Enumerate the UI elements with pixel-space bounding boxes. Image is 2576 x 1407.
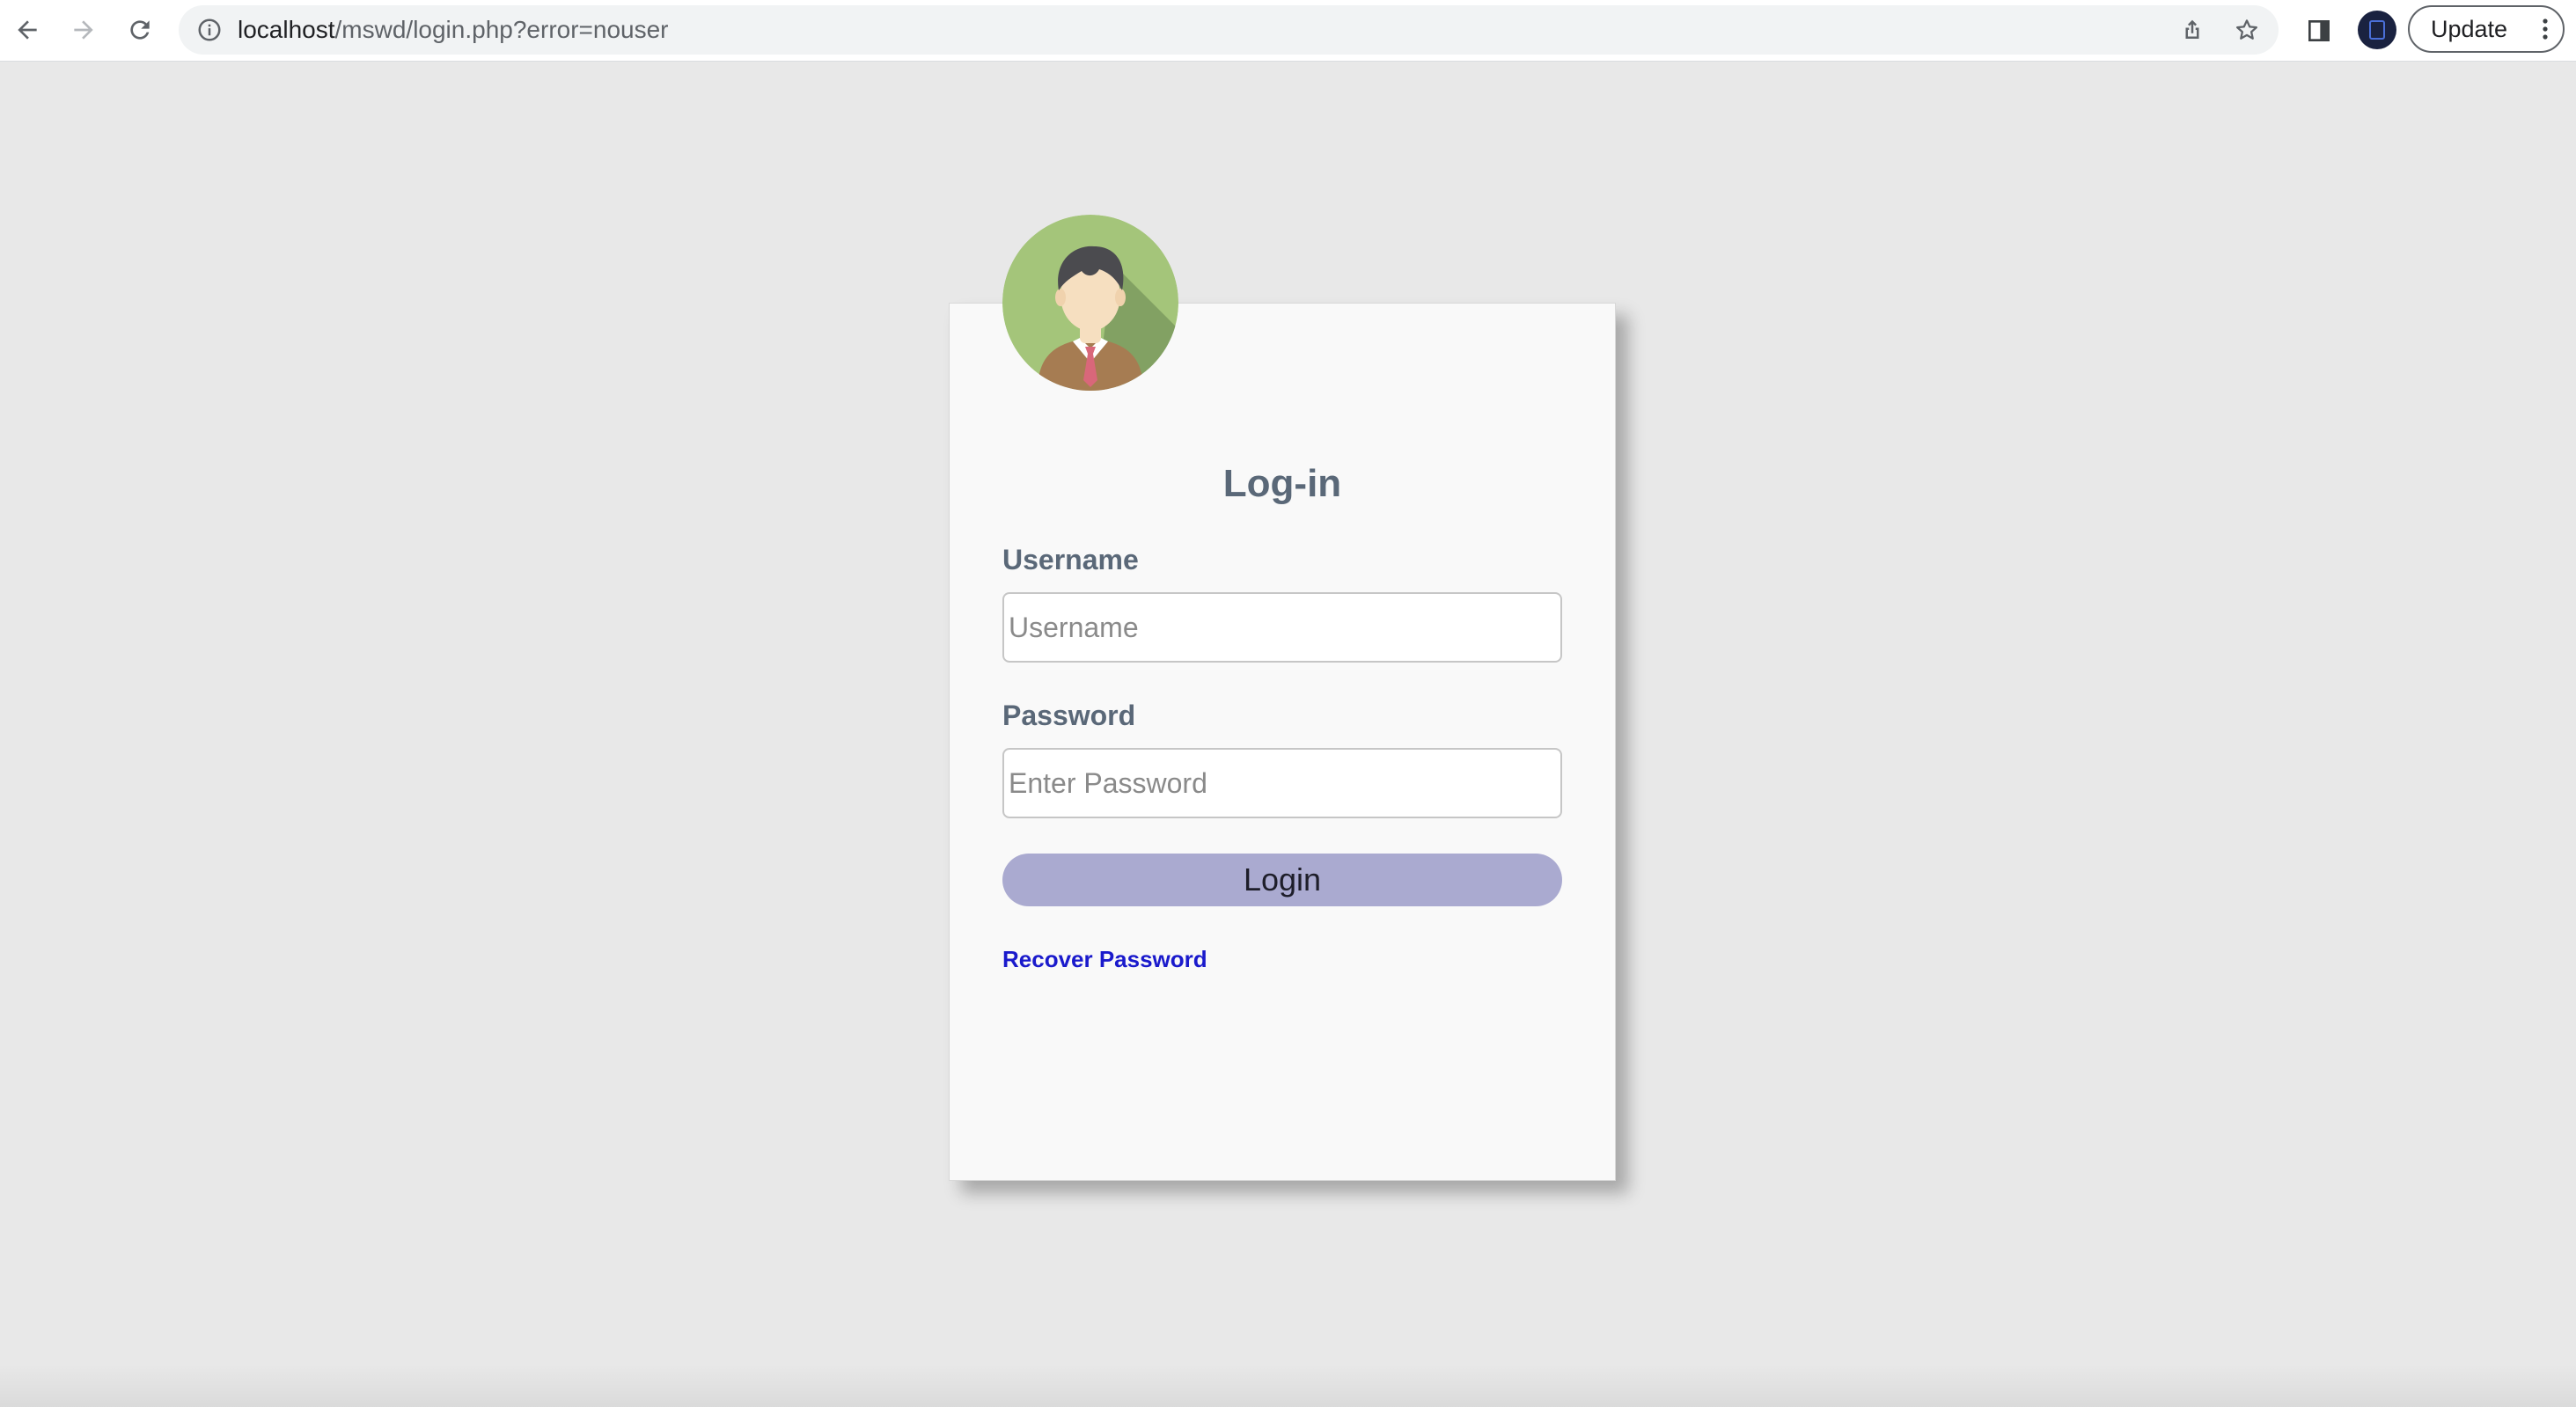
update-button[interactable]: Update bbox=[2408, 5, 2565, 53]
password-label: Password bbox=[1002, 700, 1136, 731]
password-input[interactable] bbox=[1002, 748, 1562, 818]
login-card bbox=[949, 303, 1616, 1181]
side-panel-icon bbox=[2308, 20, 2330, 41]
user-avatar bbox=[1002, 215, 1178, 391]
url-text: localhost/mswd/login.php?error=nouser bbox=[238, 5, 669, 55]
user-avatar-icon bbox=[1002, 215, 1178, 391]
share-icon bbox=[2185, 19, 2199, 39]
reload-button[interactable] bbox=[120, 10, 160, 50]
recover-password-link[interactable]: Recover Password bbox=[1002, 943, 1207, 975]
update-label: Update bbox=[2431, 16, 2508, 42]
login-button[interactable]: Login bbox=[1002, 854, 1562, 906]
page-bottom-shade bbox=[0, 1364, 2576, 1407]
share-button[interactable] bbox=[2176, 14, 2208, 46]
profile-avatar[interactable] bbox=[2358, 11, 2396, 49]
arrow-left-icon bbox=[18, 20, 37, 40]
bookmark-button[interactable] bbox=[2231, 14, 2263, 46]
kebab-menu-icon bbox=[2543, 18, 2548, 40]
url-host: localhost bbox=[238, 16, 335, 43]
reload-icon bbox=[130, 20, 150, 40]
profile-icon bbox=[2369, 20, 2385, 40]
side-panel-button[interactable] bbox=[2301, 12, 2337, 49]
address-bar[interactable]: localhost/mswd/login.php?error=nouser bbox=[179, 5, 2279, 55]
page-title: Log-in bbox=[1222, 462, 1342, 505]
browser-toolbar: localhost/mswd/login.php?error=nouser Up… bbox=[0, 0, 2576, 62]
username-input[interactable] bbox=[1002, 592, 1562, 663]
back-button[interactable] bbox=[7, 10, 48, 50]
forward-button[interactable] bbox=[63, 10, 104, 50]
arrow-right-icon bbox=[74, 20, 93, 40]
username-label: Username bbox=[1002, 544, 1139, 575]
info-icon[interactable] bbox=[196, 17, 223, 43]
url-path: /mswd/login.php?error=nouser bbox=[334, 16, 669, 43]
star-icon bbox=[2236, 19, 2257, 40]
